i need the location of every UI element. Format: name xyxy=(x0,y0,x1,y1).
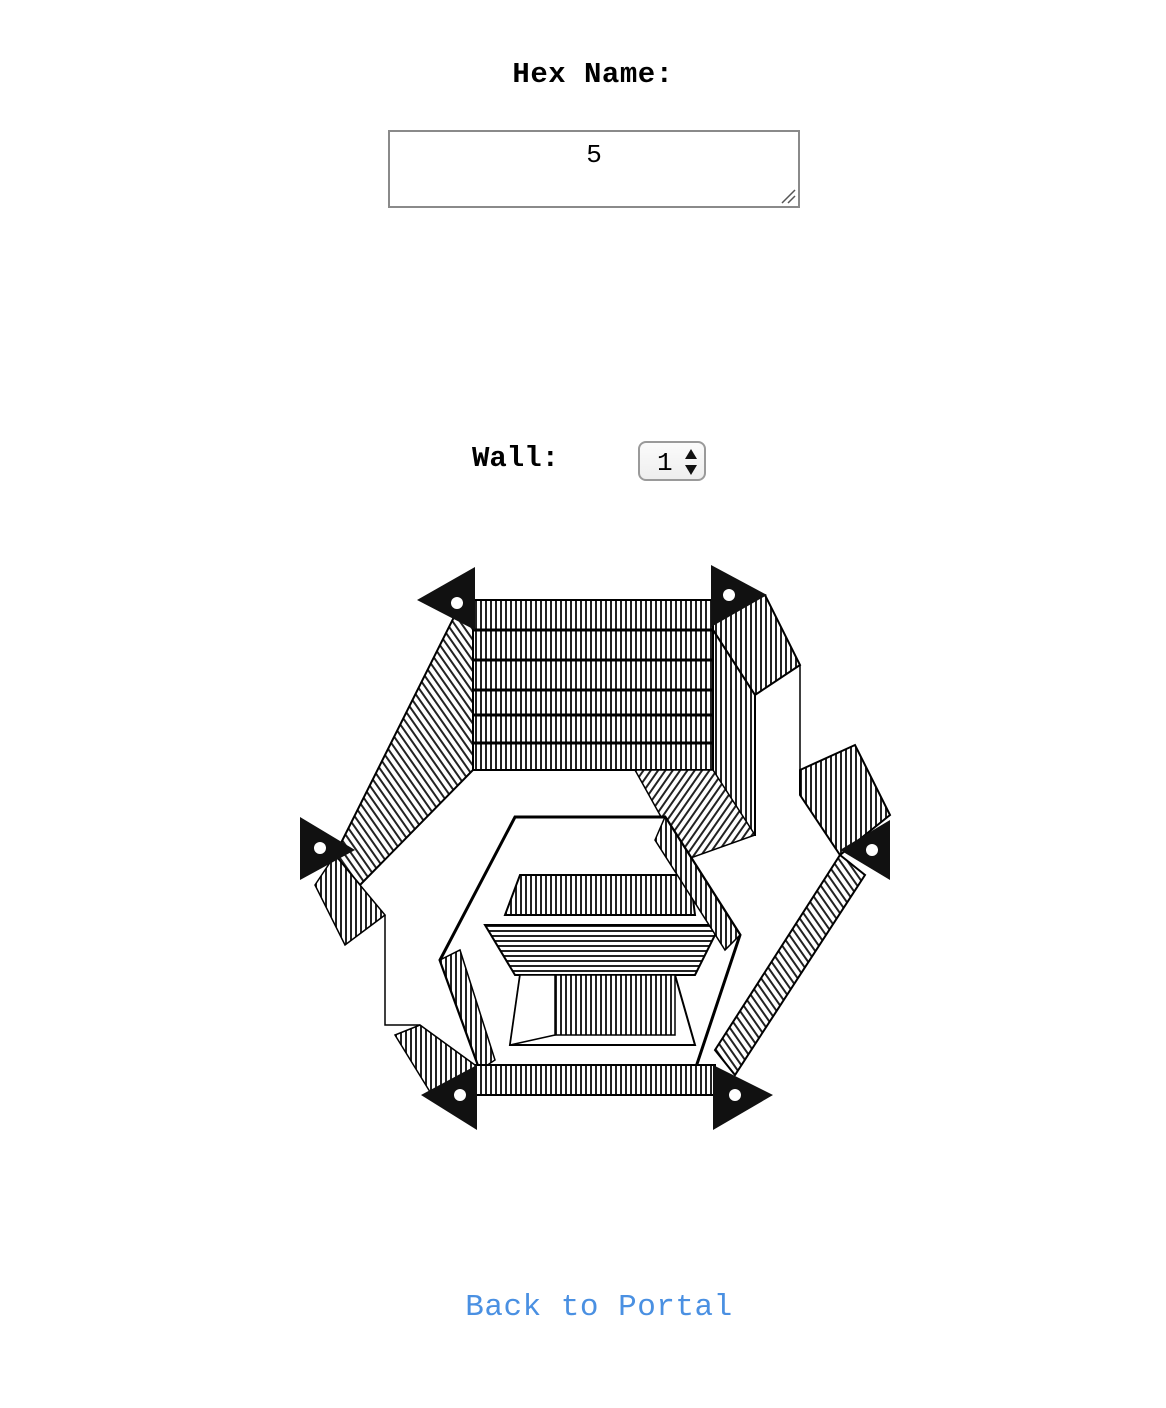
hexagonal-library-room-illustration xyxy=(300,565,892,1130)
hex-name-input[interactable]: 5 xyxy=(388,130,800,208)
back-to-portal-link[interactable]: Back to Portal xyxy=(0,1290,1166,1325)
wall-value: 1 xyxy=(657,448,673,478)
resize-grip-icon[interactable] xyxy=(779,187,797,205)
wall-label: Wall: xyxy=(472,442,560,475)
wall-number-stepper[interactable]: 1 xyxy=(638,441,706,481)
stepper-arrows-icon[interactable] xyxy=(682,447,700,477)
hex-name-label: Hex Name: xyxy=(512,58,674,91)
